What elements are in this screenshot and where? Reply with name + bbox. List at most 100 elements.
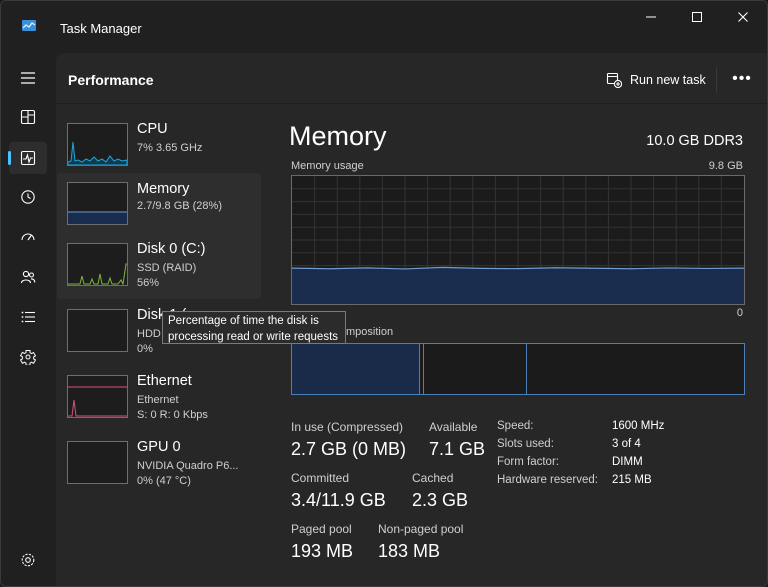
non-paged-pool-value: 183 MB xyxy=(378,541,441,561)
run-new-task-button[interactable]: Run new task xyxy=(606,69,706,91)
device-detail: 7% 3.65 GHz xyxy=(137,142,203,154)
cpu-thumbnail-graph xyxy=(67,123,128,166)
nav-menu-button[interactable] xyxy=(9,62,47,94)
memory-composition-bar xyxy=(291,343,745,395)
device-memory[interactable]: Memory 2.7/9.8 GB (28%) xyxy=(57,173,261,243)
device-name: Disk 0 (C:) xyxy=(137,241,206,257)
more-options-button[interactable]: ••• xyxy=(729,67,755,91)
device-usage: 0% (47 °C) xyxy=(137,475,191,487)
available-value: 7.1 GB xyxy=(429,439,486,459)
memory-usage-graph xyxy=(291,175,745,305)
maximize-button[interactable] xyxy=(674,1,720,33)
run-new-task-icon xyxy=(606,72,622,88)
nav-details[interactable] xyxy=(9,301,47,333)
memory-spec: 10.0 GB DDR3 xyxy=(646,133,743,149)
nav-app-history[interactable] xyxy=(9,181,47,213)
services-icon xyxy=(20,350,36,365)
device-cpu[interactable]: CPU 7% 3.65 GHz xyxy=(57,117,261,177)
app-history-icon xyxy=(21,190,35,204)
speed-value: 1600 MHz xyxy=(612,420,665,432)
device-name: Ethernet xyxy=(137,373,192,389)
in-use-label: In use (Compressed) xyxy=(291,420,404,434)
device-detail: HDD xyxy=(137,328,161,340)
form-factor-value: DIMM xyxy=(612,456,643,468)
device-name: Memory xyxy=(137,181,190,197)
more-options-icon: ••• xyxy=(732,70,752,87)
memory-usage-chart xyxy=(292,176,744,304)
device-detail: Ethernet xyxy=(137,394,179,406)
memory-thumbnail-graph xyxy=(67,182,128,225)
device-throughput: S: 0 R: 0 Kbps xyxy=(137,409,208,421)
header-divider xyxy=(716,67,717,93)
memory-usage-min: 0 xyxy=(736,307,743,319)
title-bar: Task Manager xyxy=(1,1,767,53)
device-detail: SSD (RAID) xyxy=(137,262,197,274)
committed-value: 3.4/11.9 GB xyxy=(291,490,386,510)
memory-usage-label: Memory usage xyxy=(291,160,364,172)
slots-used-key: Slots used: xyxy=(497,438,554,450)
memory-usage-max: 9.8 GB xyxy=(708,160,743,172)
ethernet-thumbnail-graph xyxy=(67,375,128,418)
task-manager-window: Task Manager Performance Run new task ••… xyxy=(0,0,768,587)
hardware-reserved-key: Hardware reserved: xyxy=(497,474,598,486)
processes-icon xyxy=(20,109,36,125)
nav-performance[interactable] xyxy=(8,142,47,174)
cached-label: Cached xyxy=(412,471,454,485)
committed-label: Committed xyxy=(291,471,350,485)
users-icon xyxy=(20,270,36,284)
paged-pool-label: Paged pool xyxy=(291,522,352,536)
cached-value: 2.3 GB xyxy=(412,490,469,510)
nav-services[interactable] xyxy=(9,341,47,373)
hamburger-menu-icon xyxy=(21,72,35,84)
disk0-thumbnail-graph xyxy=(67,243,128,286)
device-ethernet[interactable]: Ethernet Ethernet S: 0 R: 0 Kbps xyxy=(57,369,261,429)
nav-settings[interactable] xyxy=(9,544,47,576)
device-name: GPU 0 xyxy=(137,439,181,455)
composition-in-use xyxy=(292,344,420,394)
paged-pool-value: 193 MB xyxy=(291,541,354,561)
memory-composition-label: mposition xyxy=(346,326,394,338)
available-label: Available xyxy=(429,420,478,434)
tooltip-line: processing read or write requests xyxy=(168,331,339,343)
gpu-thumbnail-graph xyxy=(67,441,128,484)
device-detail: 2.7/9.8 GB (28%) xyxy=(137,200,222,212)
tooltip-line: Percentage of time the disk is xyxy=(168,315,319,327)
page-header: Performance Run new task ••• xyxy=(56,53,767,104)
device-gpu-0[interactable]: GPU 0 NVIDIA Quadro P6... 0% (47 °C) xyxy=(57,435,261,495)
disk1-thumbnail-graph xyxy=(67,309,128,352)
disk-tooltip: Percentage of time the disk is processin… xyxy=(162,311,346,344)
details-icon xyxy=(21,311,35,323)
close-button[interactable] xyxy=(720,1,766,33)
minimize-icon xyxy=(646,16,656,18)
device-usage: 56% xyxy=(137,277,160,289)
run-new-task-label: Run new task xyxy=(630,73,706,87)
form-factor-key: Form factor: xyxy=(497,456,559,468)
page-title: Performance xyxy=(68,72,154,88)
nav-users[interactable] xyxy=(9,261,47,293)
nav-processes[interactable] xyxy=(9,101,47,133)
device-usage: 0% xyxy=(137,343,153,355)
device-detail: NVIDIA Quadro P6... xyxy=(137,460,239,472)
settings-icon xyxy=(21,553,35,567)
composition-standby xyxy=(526,344,527,394)
close-icon xyxy=(738,12,748,22)
composition-modified xyxy=(423,344,424,394)
window-title: Task Manager xyxy=(60,21,142,36)
device-disk-0[interactable]: Disk 0 (C:) SSD (RAID) 56% xyxy=(57,237,261,299)
memory-usage-area xyxy=(292,267,744,304)
in-use-value: 2.7 GB (0 MB) xyxy=(291,439,407,459)
navigation-rail xyxy=(1,53,56,586)
active-nav-indicator xyxy=(8,151,11,165)
maximize-icon xyxy=(692,12,702,22)
startup-apps-icon xyxy=(21,233,35,241)
resource-title: Memory xyxy=(289,121,387,151)
slots-used-value: 3 of 4 xyxy=(612,438,641,450)
device-name: CPU xyxy=(137,121,168,137)
speed-key: Speed: xyxy=(497,420,534,432)
minimize-button[interactable] xyxy=(628,1,674,33)
hardware-reserved-value: 215 MB xyxy=(612,474,652,486)
nav-startup-apps[interactable] xyxy=(9,221,47,253)
task-manager-app-icon xyxy=(22,20,36,31)
performance-icon xyxy=(20,150,36,166)
non-paged-pool-label: Non-paged pool xyxy=(378,522,464,536)
